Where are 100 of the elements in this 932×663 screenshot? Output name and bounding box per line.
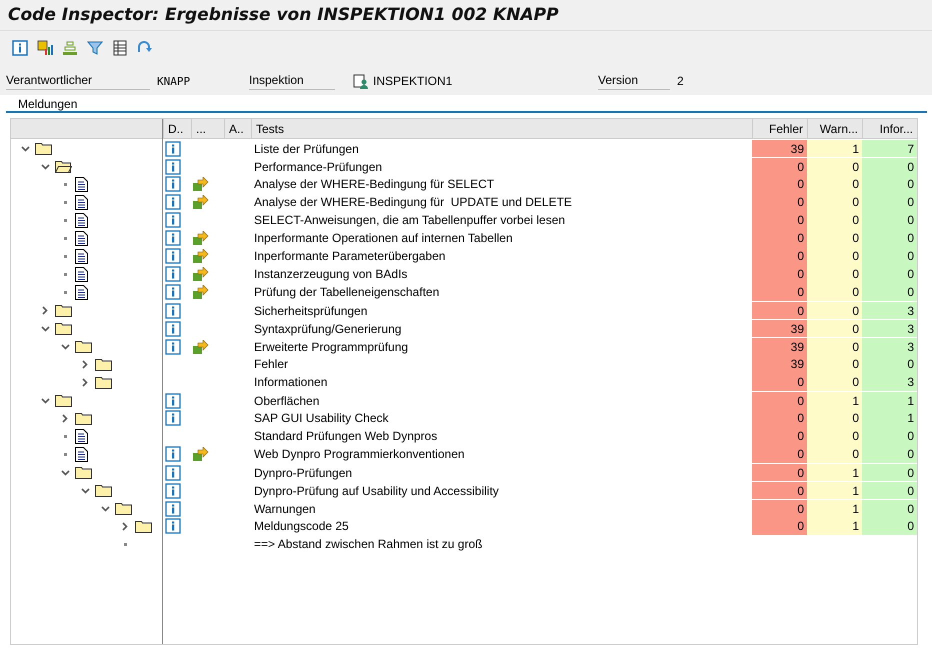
- info-icon[interactable]: [165, 266, 181, 282]
- collapse-chevron-icon[interactable]: [100, 506, 110, 512]
- info-icon[interactable]: [165, 140, 181, 156]
- test-name[interactable]: SELECT-Anweisungen, die am Tabellenpuffer vorbei lesen: [251, 213, 752, 227]
- arrow-icon[interactable]: [193, 447, 209, 461]
- test-name[interactable]: Analyse der WHERE-Bedingung für UPDATE und DELETE: [251, 195, 752, 209]
- test-name[interactable]: Inperformante Operationen auf internen Tabellen: [251, 231, 752, 245]
- collapse-chevron-icon[interactable]: [60, 470, 70, 476]
- info-icon[interactable]: [165, 482, 181, 498]
- folder-icon: [55, 322, 72, 335]
- info-icon[interactable]: [165, 158, 181, 174]
- bullet-icon: [64, 434, 66, 438]
- expand-chevron-icon[interactable]: [62, 414, 68, 422]
- arrow-icon[interactable]: [193, 340, 209, 354]
- inspection-icon: [353, 73, 369, 89]
- info-count: 3: [862, 337, 917, 356]
- collapse-chevron-icon[interactable]: [60, 344, 70, 350]
- info-count: 3: [862, 301, 917, 320]
- messages-tab[interactable]: Meldungen: [12, 97, 84, 111]
- info-icon[interactable]: [165, 176, 181, 192]
- collapse-chevron-icon[interactable]: [80, 488, 90, 494]
- warning-count: 1: [807, 499, 862, 518]
- error-count: 39: [752, 319, 807, 338]
- test-name[interactable]: Inperformante Parameterübergaben: [251, 249, 752, 263]
- info-icon[interactable]: [165, 320, 181, 336]
- expand-chevron-icon[interactable]: [82, 378, 88, 386]
- folder-icon: [95, 358, 112, 370]
- table-icon[interactable]: [112, 40, 128, 56]
- test-name[interactable]: Performance-Prüfungen: [251, 160, 752, 174]
- stack-icon[interactable]: [62, 40, 78, 56]
- info-icon[interactable]: [165, 284, 181, 300]
- collapse-chevron-icon[interactable]: [20, 146, 30, 152]
- column-header[interactable]: Fehler: [752, 119, 807, 138]
- test-name[interactable]: Meldungscode 25: [251, 519, 752, 533]
- field-value: KNAPP: [157, 74, 190, 88]
- info-icon[interactable]: [165, 302, 181, 318]
- test-name[interactable]: Analyse der WHERE-Bedingung für SELECT: [251, 177, 752, 191]
- column-header[interactable]: D..: [163, 119, 191, 138]
- arrow-icon[interactable]: [193, 231, 209, 245]
- info-icon[interactable]: [165, 518, 181, 534]
- document-icon: [75, 194, 88, 210]
- field-label: Verantwortlicher: [6, 72, 150, 90]
- test-name[interactable]: SAP GUI Usability Check: [251, 411, 752, 425]
- test-name[interactable]: Oberflächen: [251, 394, 752, 408]
- test-name[interactable]: Liste der Prüfungen: [251, 142, 752, 156]
- column-header[interactable]: Tests: [251, 119, 752, 138]
- info-icon[interactable]: [165, 500, 181, 516]
- test-name[interactable]: ==> Abstand zwischen Rahmen ist zu groß: [251, 537, 752, 551]
- arrow-icon[interactable]: [193, 177, 209, 191]
- warning-count: 0: [807, 229, 862, 247]
- arrow-icon[interactable]: [193, 285, 209, 299]
- column-header[interactable]: A..: [224, 119, 251, 138]
- info-icon[interactable]: [165, 392, 181, 408]
- field-value: INSPEKTION1: [373, 74, 452, 88]
- test-name[interactable]: Web Dynpro Programmierkonventionen: [251, 447, 752, 461]
- info-icon[interactable]: [165, 446, 181, 462]
- warning-count: 0: [807, 283, 862, 301]
- info-count: 0: [862, 427, 917, 445]
- test-name[interactable]: Warnungen: [251, 502, 752, 516]
- test-name[interactable]: Dynpro-Prüfung auf Usability und Accessibility: [251, 484, 752, 498]
- info-icon[interactable]: [165, 410, 181, 426]
- info-icon[interactable]: [165, 194, 181, 210]
- info-icon[interactable]: [165, 464, 181, 480]
- test-name[interactable]: Prüfung der Tabelleneigenschaften: [251, 285, 752, 299]
- chart-icon[interactable]: [37, 40, 53, 56]
- warning-count: 0: [807, 409, 862, 427]
- info-icon[interactable]: [12, 40, 28, 56]
- collapse-chevron-icon[interactable]: [40, 326, 50, 332]
- test-name[interactable]: Dynpro-Prüfungen: [251, 466, 752, 480]
- document-icon: [75, 284, 88, 300]
- arrow-icon[interactable]: [193, 195, 209, 209]
- expand-chevron-icon[interactable]: [42, 306, 48, 315]
- test-name[interactable]: Informationen: [251, 375, 752, 389]
- arrow-icon[interactable]: [193, 249, 209, 263]
- expand-chevron-icon[interactable]: [122, 522, 128, 530]
- filter-icon[interactable]: [87, 40, 103, 56]
- info-count: 3: [862, 319, 917, 338]
- test-name[interactable]: Instanzerzeugung von BAdIs: [251, 267, 752, 281]
- info-count: 0: [862, 265, 917, 283]
- info-count: 0: [862, 175, 917, 193]
- info-icon[interactable]: [165, 248, 181, 264]
- column-header[interactable]: Warn...: [807, 119, 862, 138]
- test-name[interactable]: Fehler: [251, 357, 752, 371]
- column-header[interactable]: Infor...: [862, 119, 917, 138]
- field-label: Inspektion: [249, 72, 335, 90]
- arrow-icon[interactable]: [193, 267, 209, 281]
- test-name[interactable]: Syntaxprüfung/Generierung: [251, 322, 752, 336]
- test-name[interactable]: Erweiterte Programmprüfung: [251, 340, 752, 354]
- collapse-chevron-icon[interactable]: [40, 164, 50, 170]
- error-count: 0: [752, 301, 807, 320]
- info-icon[interactable]: [165, 230, 181, 246]
- expand-chevron-icon[interactable]: [82, 360, 88, 368]
- test-name[interactable]: Standard Prüfungen Web Dynpros: [251, 429, 752, 443]
- info-icon[interactable]: [165, 338, 181, 354]
- column-header[interactable]: ...: [191, 119, 224, 138]
- info-icon[interactable]: [165, 212, 181, 228]
- collapse-chevron-icon[interactable]: [40, 398, 50, 404]
- test-name[interactable]: Sicherheitsprüfungen: [251, 304, 752, 318]
- error-count: 0: [752, 499, 807, 518]
- error-count: 0: [752, 229, 807, 247]
